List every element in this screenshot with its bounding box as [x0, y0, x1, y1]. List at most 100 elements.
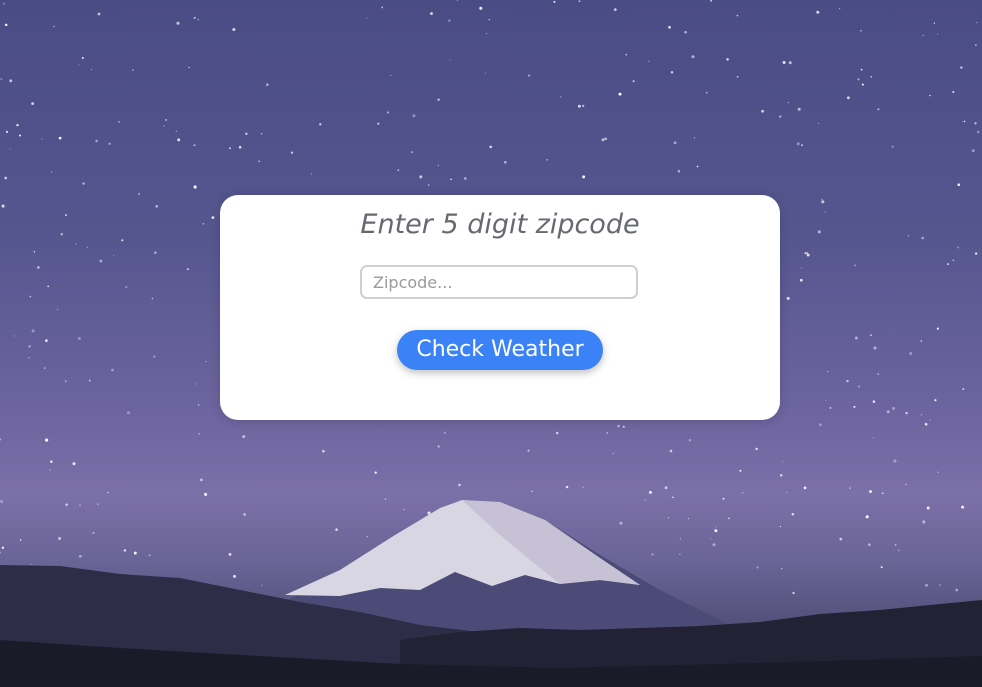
star: [755, 447, 758, 451]
star: [31, 102, 34, 105]
star: [715, 526, 717, 528]
star: [606, 432, 608, 434]
star: [56, 308, 59, 311]
star: [88, 379, 91, 382]
star: [865, 515, 869, 519]
star: [891, 145, 894, 148]
star: [403, 508, 405, 510]
star: [736, 75, 739, 78]
star: [19, 134, 22, 137]
star: [920, 340, 923, 342]
star: [960, 66, 963, 69]
star: [238, 145, 242, 149]
star: [4, 23, 8, 27]
star: [929, 94, 931, 97]
star: [193, 144, 196, 147]
star: [873, 437, 875, 439]
star: [381, 6, 384, 9]
star: [710, 0, 712, 2]
star: [962, 121, 964, 123]
star: [667, 517, 670, 519]
star: [706, 92, 708, 94]
star: [118, 120, 121, 123]
star: [582, 486, 584, 489]
star: [782, 60, 786, 65]
star: [577, 104, 581, 108]
star: [779, 525, 782, 528]
star: [437, 445, 440, 448]
star: [366, 17, 368, 19]
zipcode-input[interactable]: [360, 265, 638, 299]
star: [939, 584, 941, 586]
star: [971, 149, 975, 153]
star: [265, 83, 269, 87]
star: [1, 546, 5, 549]
star: [463, 177, 467, 180]
star: [165, 119, 167, 121]
star: [739, 469, 742, 472]
star: [16, 123, 19, 127]
star: [450, 178, 452, 181]
star: [816, 10, 820, 14]
star: [962, 388, 965, 391]
star: [64, 380, 67, 383]
star: [488, 18, 490, 21]
star: [527, 74, 531, 77]
star: [688, 439, 691, 442]
star: [821, 200, 825, 204]
star: [260, 132, 263, 135]
star: [58, 136, 62, 140]
star: [797, 107, 801, 111]
star: [613, 8, 617, 11]
star: [31, 329, 35, 333]
star: [870, 334, 872, 337]
star: [49, 469, 51, 471]
star: [186, 267, 190, 271]
star: [925, 583, 928, 587]
star: [974, 44, 977, 47]
star: [19, 539, 22, 541]
star: [177, 138, 181, 142]
star: [232, 574, 237, 578]
star: [920, 414, 923, 416]
star: [81, 57, 84, 59]
star: [952, 259, 955, 262]
star: [77, 336, 81, 341]
star: [617, 424, 620, 428]
check-weather-button[interactable]: Check Weather: [397, 330, 603, 370]
star: [458, 483, 461, 487]
star: [922, 34, 925, 37]
star: [824, 211, 827, 213]
star: [957, 246, 960, 249]
star: [922, 520, 926, 524]
star: [870, 75, 872, 78]
star: [228, 553, 232, 556]
star: [0, 78, 3, 81]
star: [64, 214, 68, 217]
star: [909, 352, 913, 355]
star: [934, 399, 937, 402]
star: [578, 0, 581, 3]
star: [28, 357, 30, 359]
star: [974, 122, 977, 125]
star: [384, 498, 387, 500]
star: [824, 399, 827, 402]
star: [791, 513, 795, 516]
star: [963, 120, 966, 123]
star: [553, 0, 556, 3]
star: [604, 137, 608, 141]
star: [872, 400, 876, 403]
star: [437, 98, 440, 101]
star: [907, 235, 910, 237]
star: [72, 462, 76, 466]
star: [632, 80, 635, 83]
star: [668, 26, 671, 29]
star: [898, 549, 900, 551]
star: [151, 297, 154, 300]
star: [9, 148, 11, 150]
star: [175, 130, 177, 132]
star: [193, 16, 196, 19]
star: [132, 69, 134, 72]
star: [853, 405, 856, 408]
star: [204, 492, 208, 496]
